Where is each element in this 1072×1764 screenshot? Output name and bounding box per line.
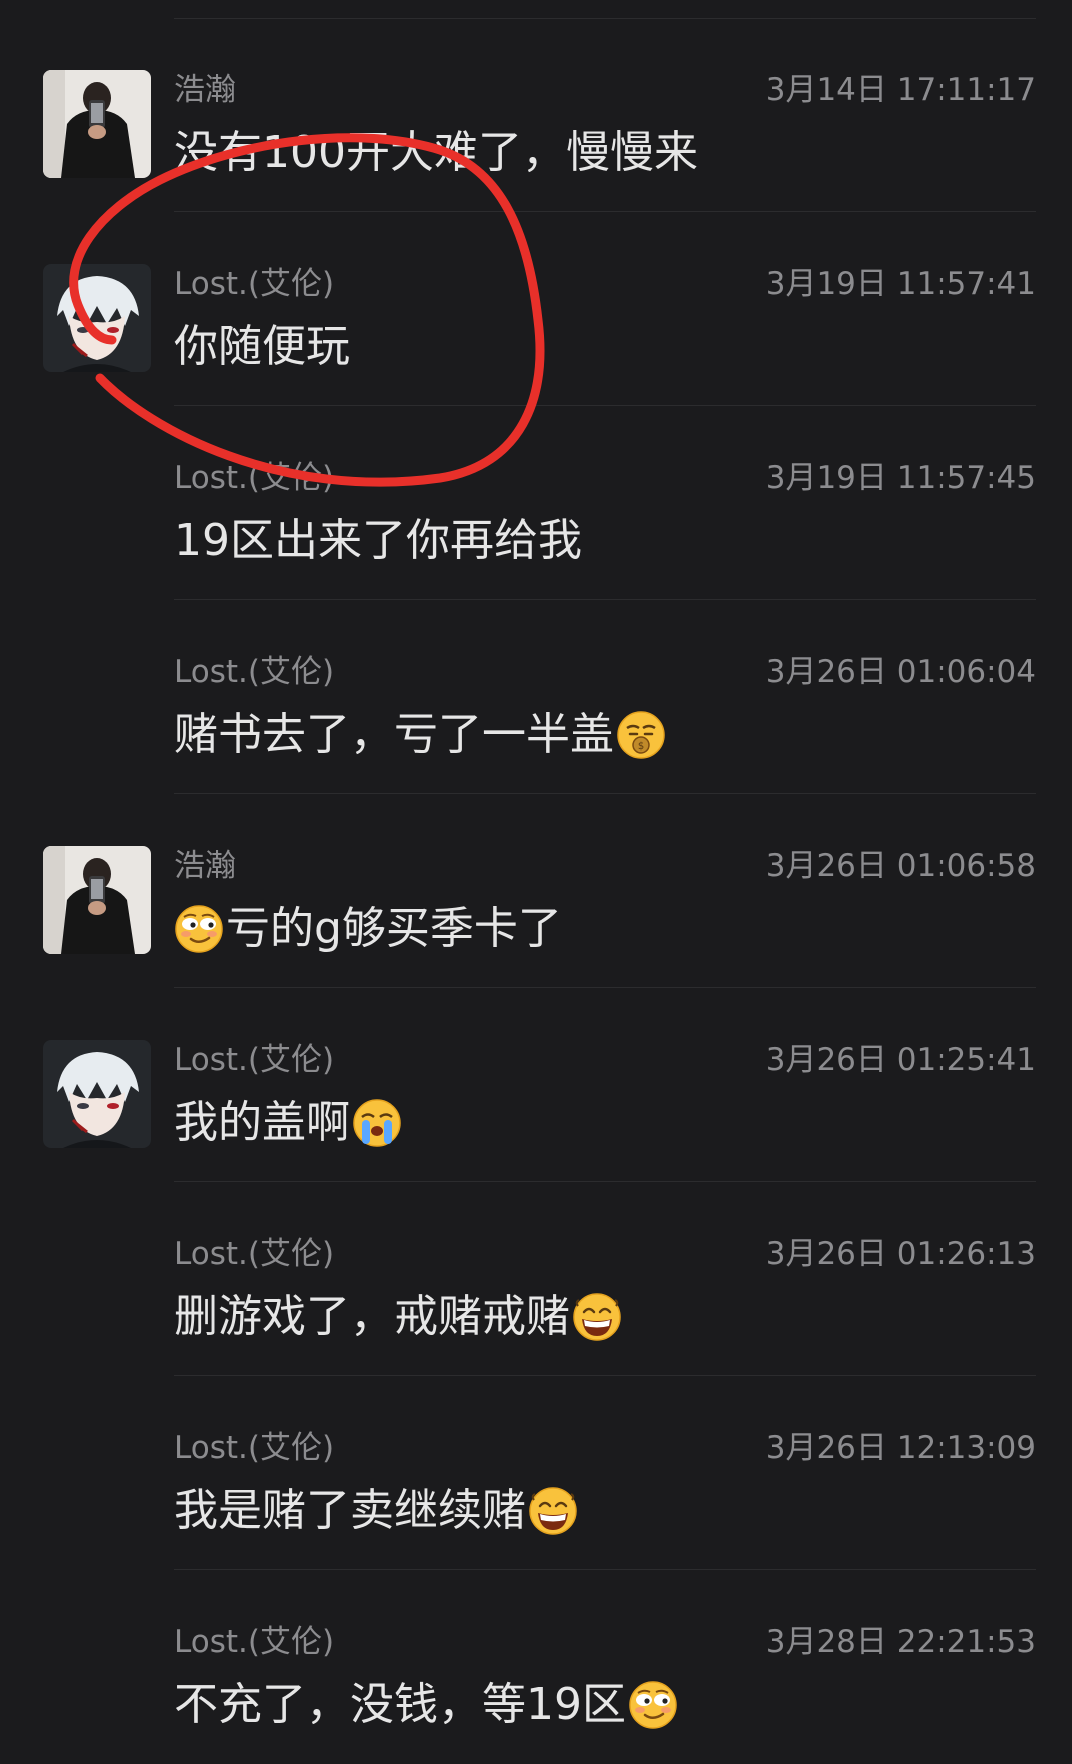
message-text-content: 我的盖啊 [174, 1097, 350, 1148]
message-timestamp: 3月28日 22:21:53 [765, 1624, 1036, 1660]
user-avatar[interactable] [43, 846, 151, 954]
sender-name: Lost.(艾伦) [174, 1042, 335, 1078]
message-timestamp: 3月26日 01:06:04 [765, 654, 1036, 690]
sender-name: 浩瀚 [174, 848, 236, 884]
sender-name: Lost.(艾伦) [174, 1236, 335, 1272]
sender-name: Lost.(艾伦) [174, 1624, 335, 1660]
svg-text:$: $ [638, 741, 644, 752]
chat-message-list[interactable]: 浩瀚 3月14日 17:11:17 没有100开大难了，慢慢来 Lost.(艾伦… [0, 0, 1072, 1763]
message-item[interactable]: 浩瀚 3月14日 17:11:17 没有100开大难了，慢慢来 [0, 18, 1072, 212]
message-timestamp: 3月26日 01:25:41 [765, 1042, 1036, 1078]
message-item[interactable]: 浩瀚 3月26日 01:06:58 亏的g够买季卡了 [0, 794, 1072, 988]
message-text: 19区出来了你再给我 [174, 512, 582, 570]
message-text-content: 不充了，没钱，等19区 [174, 1679, 626, 1730]
message-text-content: 你随便玩 [174, 321, 350, 372]
message-item[interactable]: Lost.(艾伦) 3月19日 11:57:41 你随便玩 [0, 212, 1072, 406]
message-text: 你随便玩 [174, 318, 350, 376]
crying-emoji-icon [352, 1098, 402, 1148]
message-timestamp: 3月26日 12:13:09 [765, 1430, 1036, 1466]
message-text-content: 赌书去了，亏了一半盖 [174, 709, 614, 760]
grin-emoji-icon [572, 1292, 622, 1342]
sender-name: Lost.(艾伦) [174, 1430, 335, 1466]
message-text: 没有100开大难了，慢慢来 [174, 124, 698, 182]
sender-name: Lost.(艾伦) [174, 266, 335, 302]
message-text-content: 我是赌了卖继续赌 [174, 1485, 526, 1536]
user-avatar[interactable] [43, 264, 151, 372]
message-text-content: 没有100开大难了，慢慢来 [174, 127, 698, 178]
smirk-emoji-icon [174, 904, 224, 954]
smirk-emoji-icon [628, 1680, 678, 1730]
message-item[interactable]: Lost.(艾伦) 3月19日 11:57:45 19区出来了你再给我 [0, 406, 1072, 600]
sender-name: Lost.(艾伦) [174, 654, 335, 690]
message-text-content: 19区出来了你再给我 [174, 515, 582, 566]
sender-name: 浩瀚 [174, 72, 236, 108]
message-timestamp: 3月14日 17:11:17 [765, 72, 1036, 108]
message-text: 我是赌了卖继续赌 [174, 1482, 578, 1540]
message-timestamp: 3月19日 11:57:45 [765, 460, 1036, 496]
user-avatar[interactable] [43, 70, 151, 178]
message-timestamp: 3月19日 11:57:41 [765, 266, 1036, 302]
message-text: 亏的g够买季卡了 [174, 900, 562, 958]
grin-emoji-icon [528, 1486, 578, 1536]
message-item[interactable]: Lost.(艾伦) 3月26日 12:13:09 我是赌了卖继续赌 [0, 1376, 1072, 1570]
message-timestamp: 3月26日 01:26:13 [765, 1236, 1036, 1272]
message-item[interactable]: Lost.(艾伦) 3月26日 01:25:41 我的盖啊 [0, 988, 1072, 1182]
sender-name: Lost.(艾伦) [174, 460, 335, 496]
message-item[interactable]: Lost.(艾伦) 3月26日 01:06:04 赌书去了，亏了一半盖 $ [0, 600, 1072, 794]
message-text: 我的盖啊 [174, 1094, 402, 1152]
message-text-content: 亏的g够买季卡了 [226, 903, 562, 954]
message-text: 删游戏了，戒赌戒赌 [174, 1288, 622, 1346]
message-timestamp: 3月26日 01:06:58 [765, 848, 1036, 884]
message-text: 赌书去了，亏了一半盖 $ [174, 706, 666, 764]
message-text: 不充了，没钱，等19区 [174, 1676, 678, 1734]
message-item[interactable]: Lost.(艾伦) 3月26日 01:26:13 删游戏了，戒赌戒赌 [0, 1182, 1072, 1376]
message-text-content: 删游戏了，戒赌戒赌 [174, 1291, 570, 1342]
user-avatar[interactable] [43, 1040, 151, 1148]
money-mouth-emoji-icon: $ [616, 710, 666, 760]
message-item[interactable]: Lost.(艾伦) 3月28日 22:21:53 不充了，没钱，等19区 [0, 1570, 1072, 1764]
